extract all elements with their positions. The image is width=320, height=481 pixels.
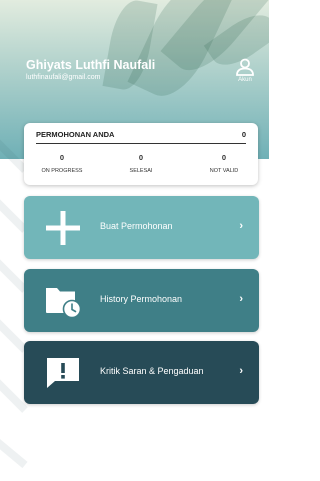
history-button[interactable]: History Permohonan › — [24, 269, 259, 332]
user-icon — [236, 58, 254, 76]
create-request-button[interactable]: Buat Permohonan › — [24, 196, 259, 259]
stat-label: ON PROGRESS — [41, 168, 83, 174]
chevron-right-icon: › — [239, 293, 243, 305]
chevron-right-icon: › — [239, 365, 243, 377]
stat-value: 0 — [138, 153, 144, 162]
summary-total: 0 — [241, 130, 246, 139]
stat-value: 0 — [221, 153, 227, 162]
stat-selesai: 0 SELESAI — [106, 153, 176, 174]
profile-name: Ghiyats Luthfi Naufali — [26, 58, 156, 72]
stat-on-progress: 0 ON PROGRESS — [27, 153, 97, 174]
create-request-label: Buat Permohonan — [100, 221, 173, 231]
stat-label: SELESAI — [129, 168, 153, 174]
summary-card: PERMOHONAN ANDA 0 0 ON PROGRESS 0 SELESA… — [24, 123, 258, 185]
feedback-icon — [47, 358, 79, 388]
summary-title: PERMOHONAN ANDA — [36, 130, 115, 139]
chevron-right-icon: › — [239, 220, 243, 232]
summary-divider — [36, 143, 246, 144]
profile-email: luthfinaufali@gmail.com — [26, 74, 101, 81]
history-label: History Permohonan — [100, 294, 183, 304]
feedback-button[interactable]: Kritik Saran & Pengaduan › — [24, 341, 259, 404]
account-label: Akun — [238, 77, 252, 83]
stat-not-valid: 0 NOT VALID — [189, 153, 259, 174]
plus-icon — [46, 211, 80, 245]
feedback-label: Kritik Saran & Pengaduan — [100, 366, 204, 376]
account-button[interactable]: Akun — [232, 58, 258, 88]
stat-label: NOT VALID — [209, 168, 239, 174]
folder-clock-icon — [46, 288, 82, 319]
stat-value: 0 — [59, 153, 65, 162]
